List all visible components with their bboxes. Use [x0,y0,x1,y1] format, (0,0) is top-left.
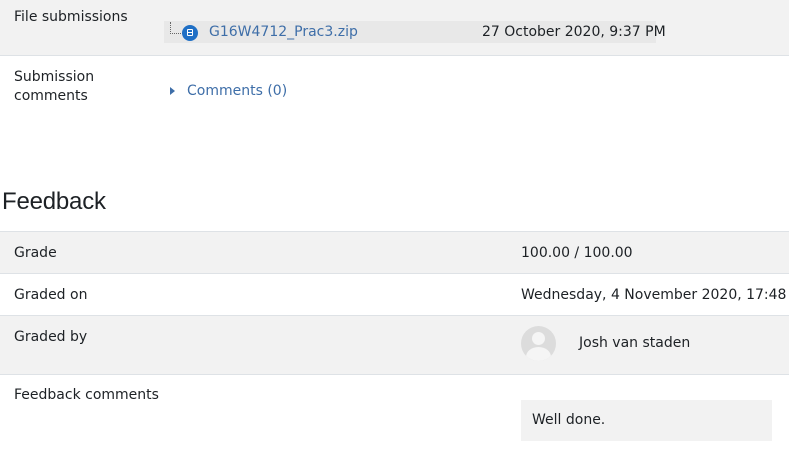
submission-comments-label-line1: Submission [14,69,95,85]
grader-name: Josh van staden [579,335,691,351]
grade-value: 100.00 / 100.00 [521,245,633,261]
grade-label: Grade [14,245,57,261]
file-date: 27 October 2020, 9:37 PM [482,24,666,40]
avatar-head-shape [532,332,545,345]
comments-link[interactable]: Comments (0) [187,82,287,101]
feedback-comments-label: Feedback comments [14,387,159,403]
file-submissions-label: File submissions [14,9,128,25]
graded-on-value: Wednesday, 4 November 2020, 17:48 [521,287,787,303]
avatar [521,326,556,361]
feedback-heading: Feedback [2,188,106,215]
avatar-body-shape [526,347,551,361]
submission-comments-label-line2: comments [14,88,88,104]
file-link[interactable]: G16W4712_Prac3.zip [209,23,358,42]
grade-row [0,231,789,274]
graded-on-label: Graded on [14,287,88,303]
feedback-comment-text: Well done. [532,412,606,428]
graded-by-label: Graded by [14,329,88,345]
archive-file-icon [182,25,198,41]
expand-triangle-icon[interactable] [170,87,175,95]
